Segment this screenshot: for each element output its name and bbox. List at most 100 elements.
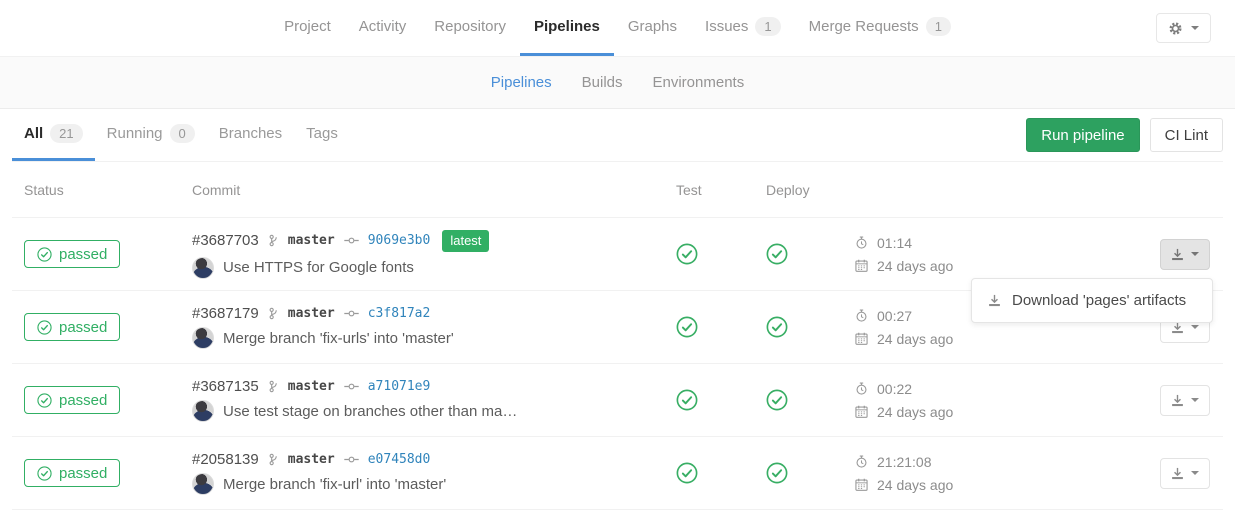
author-avatar[interactable] bbox=[192, 400, 214, 422]
download-artifacts-dropdown-button[interactable] bbox=[1160, 458, 1210, 489]
pipeline-row: passed #3687135 master a71071e9 Use test… bbox=[12, 364, 1223, 437]
tab-label: Branches bbox=[219, 125, 282, 142]
pipeline-row: passed #3687703 master 9069e3b0 latest U… bbox=[12, 218, 1223, 291]
pipeline-id-link[interactable]: #3687135 bbox=[192, 378, 259, 395]
commit-message-link[interactable]: Use HTTPS for Google fonts bbox=[223, 259, 414, 276]
pipeline-id-link[interactable]: #2058139 bbox=[192, 451, 259, 468]
caret-down-icon bbox=[1191, 325, 1199, 329]
status-badge[interactable]: passed bbox=[24, 240, 120, 268]
commit-message-link[interactable]: Use test stage on branches other than ma… bbox=[223, 403, 517, 420]
download-icon bbox=[1171, 248, 1184, 261]
column-header-deploy: Deploy bbox=[762, 182, 852, 198]
subnav-item-builds[interactable]: Builds bbox=[567, 74, 638, 91]
calendar-icon bbox=[855, 259, 868, 272]
timer-icon bbox=[855, 382, 868, 395]
timer-icon bbox=[855, 236, 868, 249]
commit-sha-link[interactable]: e07458d0 bbox=[368, 452, 431, 467]
caret-down-icon bbox=[1191, 471, 1199, 475]
branch-icon bbox=[268, 380, 279, 393]
calendar-icon bbox=[855, 478, 868, 491]
nav-item-issues[interactable]: Issues 1 bbox=[691, 0, 795, 56]
calendar-icon bbox=[855, 405, 868, 418]
caret-down-icon bbox=[1191, 252, 1199, 256]
subnav-item-environments[interactable]: Environments bbox=[638, 74, 760, 91]
tab-branches[interactable]: Branches bbox=[207, 109, 294, 161]
nav-item-pipelines[interactable]: Pipelines bbox=[520, 0, 614, 56]
nav-item-label: Issues bbox=[705, 18, 748, 35]
commit-message-link[interactable]: Merge branch 'fix-url' into 'master' bbox=[223, 476, 446, 493]
pipelines-sub-navigation: Pipelines Builds Environments bbox=[0, 57, 1235, 109]
branch-link[interactable]: master bbox=[288, 233, 335, 248]
branch-icon bbox=[268, 307, 279, 320]
commit-sha-link[interactable]: a71071e9 bbox=[368, 379, 431, 394]
column-header-status: Status bbox=[12, 182, 192, 198]
download-artifacts-dropdown-button[interactable] bbox=[1160, 385, 1210, 416]
deploy-stage-passed-icon[interactable] bbox=[766, 462, 788, 484]
commit-message-link[interactable]: Merge branch 'fix-urls' into 'master' bbox=[223, 330, 454, 347]
deploy-stage-passed-icon[interactable] bbox=[766, 316, 788, 338]
pipelines-table: Status Commit Test Deploy passed #368770… bbox=[12, 162, 1223, 510]
download-pages-artifacts-item[interactable]: Download 'pages' artifacts bbox=[972, 284, 1212, 317]
timer-icon bbox=[855, 309, 868, 322]
column-header-test: Test bbox=[672, 182, 762, 198]
tab-all-count-badge: 21 bbox=[50, 124, 82, 143]
test-stage-passed-icon[interactable] bbox=[676, 243, 698, 265]
tab-all[interactable]: All 21 bbox=[12, 109, 95, 161]
nav-item-activity[interactable]: Activity bbox=[345, 0, 421, 56]
author-avatar[interactable] bbox=[192, 473, 214, 495]
status-label: passed bbox=[59, 465, 107, 482]
tab-running-count-badge: 0 bbox=[170, 124, 195, 143]
test-stage-passed-icon[interactable] bbox=[676, 316, 698, 338]
timer-icon bbox=[855, 455, 868, 468]
table-header-row: Status Commit Test Deploy bbox=[12, 162, 1223, 218]
test-stage-passed-icon[interactable] bbox=[676, 462, 698, 484]
nav-item-merge-requests[interactable]: Merge Requests 1 bbox=[795, 0, 965, 56]
pipeline-id-link[interactable]: #3687179 bbox=[192, 305, 259, 322]
pipeline-finished-ago: 24 days ago bbox=[877, 258, 953, 274]
nav-item-graphs[interactable]: Graphs bbox=[614, 0, 691, 56]
artifacts-dropdown-menu: Download 'pages' artifacts bbox=[971, 278, 1213, 323]
tab-running[interactable]: Running 0 bbox=[95, 109, 207, 161]
pipeline-row: passed #2058139 master e07458d0 Merge br… bbox=[12, 437, 1223, 510]
branch-link[interactable]: master bbox=[288, 452, 335, 467]
status-badge[interactable]: passed bbox=[24, 459, 120, 487]
author-avatar[interactable] bbox=[192, 327, 214, 349]
pipeline-duration: 21:21:08 bbox=[877, 454, 932, 470]
download-icon bbox=[988, 294, 1001, 307]
project-settings-dropdown-button[interactable] bbox=[1156, 13, 1211, 43]
tab-tags[interactable]: Tags bbox=[294, 109, 350, 161]
calendar-icon bbox=[855, 332, 868, 345]
pipelines-filter-bar: All 21 Running 0 Branches Tags Run pipel… bbox=[12, 109, 1223, 162]
author-avatar[interactable] bbox=[192, 257, 214, 279]
status-badge[interactable]: passed bbox=[24, 313, 120, 341]
tab-label: Running bbox=[107, 125, 163, 142]
run-pipeline-button[interactable]: Run pipeline bbox=[1026, 118, 1139, 152]
pipeline-id-link[interactable]: #3687703 bbox=[192, 232, 259, 249]
pipeline-duration: 00:22 bbox=[877, 381, 912, 397]
commit-sha-link[interactable]: 9069e3b0 bbox=[368, 233, 431, 248]
test-stage-passed-icon[interactable] bbox=[676, 389, 698, 411]
status-label: passed bbox=[59, 392, 107, 409]
status-passed-icon bbox=[37, 320, 52, 335]
deploy-stage-passed-icon[interactable] bbox=[766, 389, 788, 411]
download-artifacts-dropdown-button[interactable] bbox=[1160, 239, 1210, 270]
pipeline-duration: 00:27 bbox=[877, 308, 912, 324]
nav-item-project[interactable]: Project bbox=[270, 0, 345, 56]
latest-badge: latest bbox=[442, 230, 489, 252]
pipeline-finished-ago: 24 days ago bbox=[877, 331, 953, 347]
commit-sha-link[interactable]: c3f817a2 bbox=[368, 306, 431, 321]
nav-item-repository[interactable]: Repository bbox=[420, 0, 520, 56]
ci-lint-button[interactable]: CI Lint bbox=[1150, 118, 1223, 152]
branch-icon bbox=[268, 453, 279, 466]
caret-down-icon bbox=[1191, 398, 1199, 402]
subnav-item-pipelines[interactable]: Pipelines bbox=[476, 74, 567, 91]
branch-link[interactable]: master bbox=[288, 379, 335, 394]
status-badge[interactable]: passed bbox=[24, 386, 120, 414]
tab-label: All bbox=[24, 125, 43, 142]
deploy-stage-passed-icon[interactable] bbox=[766, 243, 788, 265]
gear-icon bbox=[1168, 21, 1183, 36]
commit-icon bbox=[344, 455, 359, 464]
top-navigation: Project Activity Repository Pipelines Gr… bbox=[0, 0, 1235, 57]
branch-link[interactable]: master bbox=[288, 306, 335, 321]
status-passed-icon bbox=[37, 247, 52, 262]
